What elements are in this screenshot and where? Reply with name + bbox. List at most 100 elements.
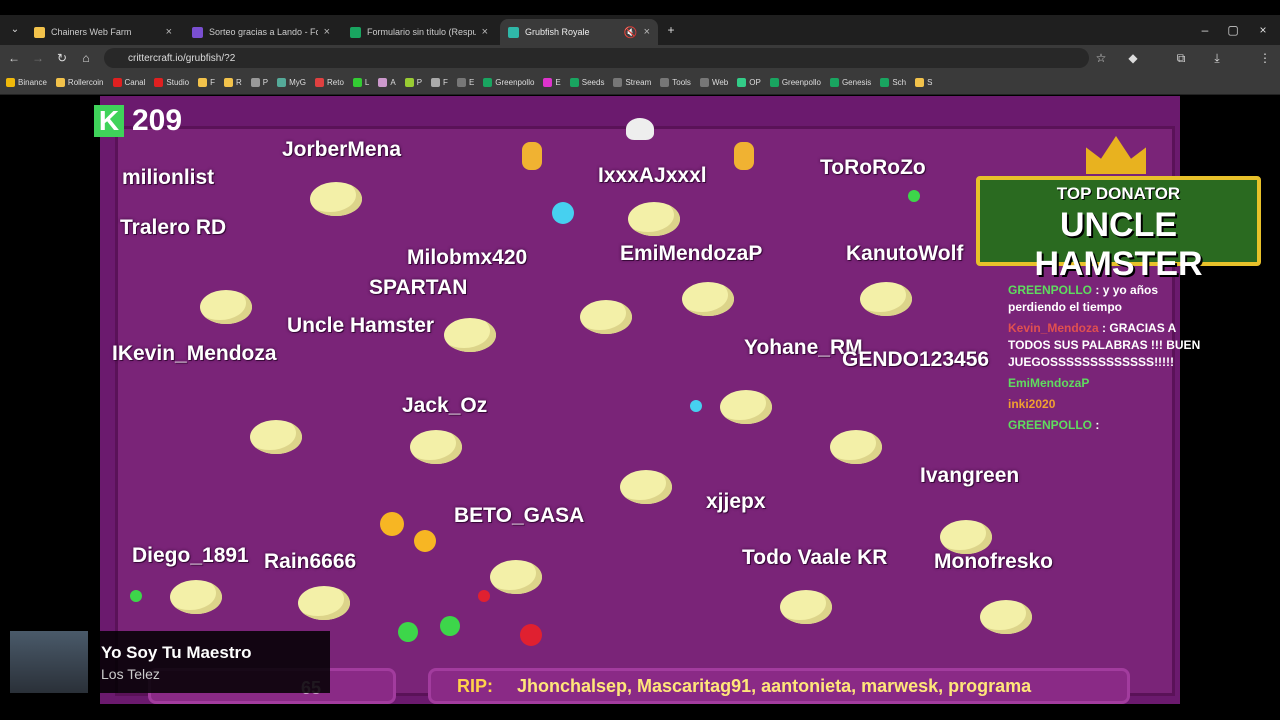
new-tab-icon[interactable]: + (662, 21, 680, 39)
bookmark-label: P (262, 78, 269, 87)
bookmark-favicon (250, 78, 260, 87)
grubfish (860, 282, 912, 316)
close-tab-icon[interactable]: × (166, 26, 172, 38)
chat-message: GREENPOLLO : (1008, 417, 1216, 434)
food-pellet (130, 590, 142, 602)
grubfish (250, 420, 302, 454)
bookmark-favicon (915, 78, 925, 87)
close-tab-icon[interactable]: × (644, 26, 650, 38)
bookmark-favicon (404, 78, 414, 87)
lantern-icon (734, 142, 754, 170)
bookmark-label: F (210, 78, 215, 87)
bookmark-item[interactable]: Reto (315, 78, 344, 87)
player-name: IxxxAJxxxl (598, 164, 707, 187)
tab-chainers[interactable]: Chainers Web Farm × (26, 19, 180, 45)
bookmark-item[interactable]: R (223, 78, 242, 87)
player-name: JorberMena (282, 138, 402, 161)
chat-text: : (1095, 418, 1100, 432)
player-name: SPARTAN (369, 276, 468, 299)
bookmark-item[interactable]: F (431, 78, 448, 87)
star-icon[interactable]: ☆ (1092, 49, 1110, 67)
grubfish (980, 600, 1032, 634)
close-tab-icon[interactable]: × (482, 26, 488, 38)
player-name: Todo Vaale KR (742, 546, 888, 569)
tab-formulario[interactable]: Formulario sin título (Respuesta × (342, 19, 496, 45)
tab-list-chevron-icon[interactable]: ⌄ (6, 21, 24, 39)
extension-icon[interactable]: ◆ (1124, 49, 1142, 67)
food-pellet (414, 530, 436, 552)
bookmark-item[interactable]: MyG (277, 78, 306, 87)
bookmark-item[interactable]: S (915, 78, 932, 87)
bookmark-favicon (880, 78, 890, 87)
bookmark-item[interactable]: Studio (154, 78, 189, 87)
forward-icon[interactable]: → (29, 49, 47, 67)
bookmark-label: Rollercoin (67, 78, 104, 87)
player-name: Uncle Hamster (287, 314, 435, 337)
bookmark-item[interactable]: Web (699, 78, 729, 87)
chat-message: Kevin_Mendoza : GRACIAS A TODOS SUS PALA… (1008, 320, 1216, 371)
bookmark-item[interactable]: E (543, 78, 561, 87)
maximize-icon[interactable]: ▢ (1224, 21, 1242, 39)
bookmark-item[interactable]: Greenpollo (483, 78, 534, 87)
tab-sorteo[interactable]: Sorteo gracias a Lando - Formu × (184, 19, 338, 45)
food-pellet (380, 512, 404, 536)
chat-user: GREENPOLLO (1008, 418, 1093, 432)
bookmark-label: Genesis (841, 78, 872, 87)
bookmark-item[interactable]: Seeds (569, 78, 604, 87)
home-icon[interactable]: ⌂ (77, 49, 95, 67)
bookmark-item[interactable]: Genesis (829, 78, 872, 87)
grubfish (444, 318, 496, 352)
tab-grubfish[interactable]: Grubfish Royale 🔇 × (500, 19, 658, 45)
bookmark-item[interactable]: OP (737, 78, 761, 87)
bookmark-item[interactable]: F (198, 78, 215, 87)
player-name: milionlist (122, 166, 215, 189)
now-playing-overlay: Yo Soy Tu Maestro Los Telez (10, 631, 330, 693)
minimize-icon[interactable]: – (1196, 21, 1214, 39)
bookmark-label: E (468, 78, 475, 87)
bookmark-favicon (483, 78, 493, 87)
bookmark-label: Reto (327, 78, 344, 87)
tab-bar: ⌄ Chainers Web Farm × Sorteo gracias a L… (0, 15, 1280, 45)
bookmark-label: Sch (892, 78, 907, 87)
bookmark-item[interactable]: P (404, 78, 422, 87)
bookmark-item[interactable]: Greenpollo (769, 78, 821, 87)
bookmark-item[interactable]: Stream (613, 78, 651, 87)
banner-title: TOP DONATOR (1056, 184, 1181, 203)
close-tab-icon[interactable]: × (324, 26, 330, 38)
player-name: Tralero RD (120, 216, 227, 239)
folder-icon (456, 78, 466, 87)
bookmark-item[interactable]: Sch (880, 78, 906, 87)
grubfish (780, 590, 832, 624)
bookmark-label: Web (711, 78, 729, 87)
download-icon[interactable]: ⤓ (1208, 49, 1226, 67)
player-name: Milobmx420 (407, 246, 528, 269)
bookmark-favicon (829, 78, 839, 87)
crown-icon (1086, 136, 1146, 174)
bookmark-label: Greenpollo (495, 78, 535, 87)
bookmark-item[interactable]: L (352, 78, 369, 87)
bookmark-favicon (315, 78, 324, 87)
mute-icon[interactable]: 🔇 (624, 26, 638, 39)
address-bar[interactable]: crittercraft.io/grubfish/?2 (104, 48, 1089, 68)
bookmark-item[interactable]: Rollercoin (55, 78, 104, 87)
bookmark-label: R (235, 78, 242, 87)
folder-icon (699, 78, 709, 87)
player-name: Monofresko (934, 550, 1054, 573)
bookmark-item[interactable]: P (250, 78, 269, 87)
bookmark-item[interactable]: Tools (660, 78, 691, 87)
bookmark-item[interactable]: Canal (112, 78, 145, 87)
tab-favicon (508, 26, 519, 38)
menu-icon[interactable]: ⋮ (1256, 49, 1274, 67)
bookmark-item[interactable]: E (456, 78, 475, 87)
grubfish (628, 202, 680, 236)
bookmark-label: MyG (289, 78, 306, 87)
bookmark-favicon (198, 78, 208, 87)
back-icon[interactable]: ← (5, 49, 23, 67)
bookmark-item[interactable]: A (378, 78, 396, 87)
close-window-icon[interactable]: × (1254, 21, 1272, 39)
extensions-icon[interactable]: ⧉ (1172, 49, 1190, 67)
grubfish (410, 430, 462, 464)
bookmark-item[interactable]: Binance (6, 78, 47, 87)
bookmarks-bar: Binance Rollercoin Canal Studio F R P My… (0, 71, 1280, 95)
reload-icon[interactable]: ↻ (53, 49, 71, 67)
